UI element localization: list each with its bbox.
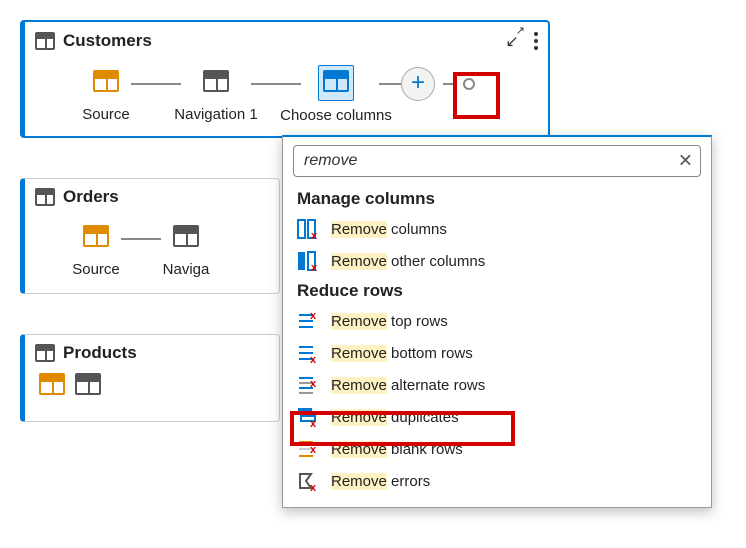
menu-remove-bottom-rows[interactable]: x Remove bottom rows [283, 337, 711, 369]
connector [379, 83, 401, 85]
query-card-products[interactable]: Products [20, 334, 280, 422]
search-wrap: ✕ [293, 145, 701, 177]
table-icon [93, 70, 119, 92]
table-icon [203, 70, 229, 92]
step-navigation[interactable]: Naviga [141, 221, 231, 278]
step-choose-columns[interactable]: Choose columns [271, 65, 401, 124]
menu-remove-alternate-rows[interactable]: x Remove alternate rows [283, 369, 711, 401]
menu-remove-columns[interactable]: x Remove columns [283, 213, 711, 245]
menu-remove-blank-rows[interactable]: x Remove blank rows [283, 433, 711, 465]
menu-label: Remove top rows [331, 313, 448, 330]
svg-text:x: x [311, 230, 318, 239]
menu-label: Remove bottom rows [331, 345, 473, 362]
remove-errors-icon: x [297, 471, 319, 491]
remove-other-columns-icon: x [297, 251, 319, 271]
svg-text:x: x [310, 418, 317, 427]
step-navigation1[interactable]: Navigation 1 [151, 66, 281, 123]
menu-label: Remove other columns [331, 253, 485, 270]
end-node[interactable] [463, 78, 475, 90]
table-icon [173, 225, 199, 247]
table-icon [323, 70, 349, 92]
card-title: Orders [63, 187, 119, 207]
card-title: Customers [63, 31, 152, 51]
steps-row: Source Naviga [25, 211, 279, 286]
table-icon [83, 225, 109, 247]
menu-remove-top-rows[interactable]: x Remove top rows [283, 305, 711, 337]
step-source[interactable]: Source [41, 221, 151, 278]
card-header: Customers ↙↗ [25, 22, 548, 55]
table-icon [75, 373, 101, 395]
add-step-button[interactable]: + [401, 67, 435, 101]
steps-row: Source Navigation 1 Choose columns + [25, 55, 548, 132]
transform-dropdown: ✕ Manage columns x Remove columns x Remo… [282, 135, 712, 508]
svg-text:x: x [310, 311, 317, 322]
svg-text:x: x [310, 444, 317, 456]
search-input[interactable] [293, 145, 701, 177]
more-icon[interactable] [534, 32, 538, 50]
clear-search-icon[interactable]: ✕ [678, 151, 693, 172]
table-icon [39, 373, 65, 395]
connector [443, 83, 455, 85]
remove-top-rows-icon: x [297, 311, 319, 331]
products-icons [25, 367, 279, 401]
table-icon [35, 188, 55, 206]
svg-text:x: x [310, 354, 317, 363]
svg-text:x: x [310, 482, 317, 491]
query-card-orders[interactable]: Orders Source Naviga [20, 178, 280, 294]
menu-remove-other-columns[interactable]: x Remove other columns [283, 245, 711, 277]
collapse-icon[interactable]: ↙↗ [505, 30, 522, 51]
remove-bottom-rows-icon: x [297, 343, 319, 363]
table-icon [35, 344, 55, 362]
menu-label: Remove columns [331, 221, 447, 238]
card-header: Products [25, 335, 279, 367]
table-icon [35, 32, 55, 50]
menu-label: Remove errors [331, 473, 430, 490]
menu-remove-duplicates[interactable]: x Remove duplicates [283, 401, 711, 433]
remove-alternate-rows-icon: x [297, 375, 319, 395]
svg-text:x: x [310, 378, 317, 390]
svg-text:x: x [311, 262, 318, 271]
menu-remove-errors[interactable]: x Remove errors [283, 465, 711, 497]
remove-blank-rows-icon: x [297, 439, 319, 459]
query-card-customers[interactable]: Customers ↙↗ Source Navigation 1 Choose … [20, 20, 550, 138]
remove-duplicates-icon: x [297, 407, 319, 427]
section-reduce-rows: Reduce rows [283, 277, 711, 305]
menu-label: Remove blank rows [331, 441, 463, 458]
remove-columns-icon: x [297, 219, 319, 239]
card-title: Products [63, 343, 137, 363]
menu-label: Remove alternate rows [331, 377, 485, 394]
menu-label: Remove duplicates [331, 409, 459, 426]
card-header: Orders [25, 179, 279, 211]
section-manage-columns: Manage columns [283, 185, 711, 213]
